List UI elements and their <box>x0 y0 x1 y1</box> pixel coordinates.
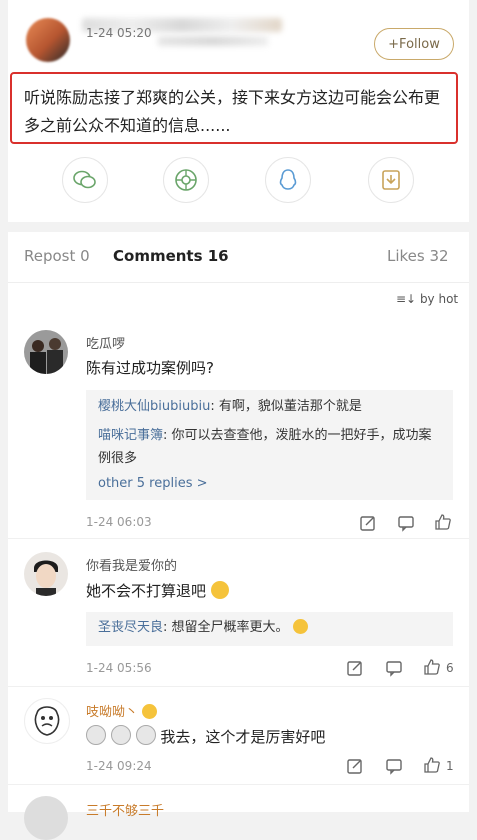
reply-text: : 想留全尸概率更大。 <box>163 620 289 635</box>
wechat-icon[interactable] <box>62 157 108 203</box>
comment-username[interactable]: 吃瓜啰 <box>86 333 125 352</box>
divider <box>8 282 469 283</box>
like-icon[interactable] <box>434 513 452 531</box>
sort-label: by hot <box>419 292 459 306</box>
sort-toggle[interactable]: ≡↓ by hot <box>396 292 458 306</box>
avatar[interactable] <box>24 330 68 374</box>
divider <box>8 538 469 539</box>
qq-icon[interactable] <box>265 157 311 203</box>
follow-button[interactable]: +Follow <box>374 28 454 60</box>
post-time: 1-24 05:20 <box>86 26 152 40</box>
like-icon[interactable] <box>423 756 441 774</box>
avatar[interactable] <box>24 698 70 744</box>
divider <box>8 784 469 785</box>
repost-icon[interactable] <box>346 757 364 775</box>
post-text: 听说陈励志接了郑爽的公关，接下来女方这边可能会公布更多之前公众不知道的信息...… <box>24 88 441 135</box>
reply: 喵咪记事簿: 你可以去查查他，泼脏水的一把好手，成功案例很多 <box>98 424 443 470</box>
comment-text: 我去，这个才是厉害好吧 <box>86 725 325 747</box>
crown-emoji-icon <box>142 704 158 719</box>
like-count: 6 <box>446 661 454 675</box>
comment-text: 她不会不打算退吧 <box>86 580 229 601</box>
face-emoji-icon <box>135 725 156 745</box>
reply: 圣丧尽天良: 想留全尸概率更大。 <box>98 618 448 638</box>
reply-author[interactable]: 樱桃大仙biubiubiu <box>98 399 210 414</box>
reply-text: : 有啊，貌似董洁那个就是 <box>210 399 362 414</box>
thinking-emoji-icon <box>292 619 308 634</box>
comment-time: 1-24 06:03 <box>86 515 152 529</box>
face-emoji-icon <box>110 725 131 745</box>
reply-icon[interactable] <box>385 659 403 677</box>
tab-repost[interactable]: Repost 0 <box>24 247 90 265</box>
repost-icon[interactable] <box>346 659 364 677</box>
comment-username[interactable]: 吱呦呦丶 <box>86 701 158 720</box>
reply-author[interactable]: 圣丧尽天良 <box>98 620 163 635</box>
grin-emoji-icon <box>210 581 229 599</box>
avatar[interactable] <box>26 18 70 62</box>
avatar[interactable] <box>24 796 68 840</box>
comment-time: 1-24 09:24 <box>86 759 152 773</box>
divider <box>8 686 469 687</box>
moments-icon[interactable] <box>163 157 209 203</box>
reply-author[interactable]: 喵咪记事簿 <box>98 428 163 443</box>
comment-username[interactable]: 你看我是爱你的 <box>86 555 177 574</box>
comment-username[interactable]: 三千不够三千 <box>86 800 164 819</box>
repost-icon[interactable] <box>359 514 377 532</box>
more-replies-link[interactable]: other 5 replies > <box>98 476 208 491</box>
comment-text: 陈有过成功案例吗? <box>86 359 214 377</box>
sort-icon: ≡↓ <box>396 292 417 306</box>
reply: 樱桃大仙biubiubiu: 有啊，貌似董洁那个就是 <box>98 397 448 417</box>
comment-username-text: 吱呦呦丶 <box>86 705 139 720</box>
save-icon[interactable] <box>368 157 414 203</box>
comment-text-content: 她不会不打算退吧 <box>86 582 207 600</box>
reply-icon[interactable] <box>385 757 403 775</box>
reply-icon[interactable] <box>397 514 415 532</box>
tab-likes[interactable]: Likes 32 <box>387 247 449 265</box>
face-emoji-icon <box>86 725 106 745</box>
comment-text-content: 我去，这个才是厉害好吧 <box>160 728 326 746</box>
tab-comments[interactable]: Comments 16 <box>113 247 229 265</box>
like-count: 1 <box>446 759 454 773</box>
avatar[interactable] <box>24 552 68 596</box>
like-icon[interactable] <box>423 658 441 676</box>
username-blurred-extra <box>158 36 268 46</box>
comment-time: 1-24 05:56 <box>86 661 152 675</box>
